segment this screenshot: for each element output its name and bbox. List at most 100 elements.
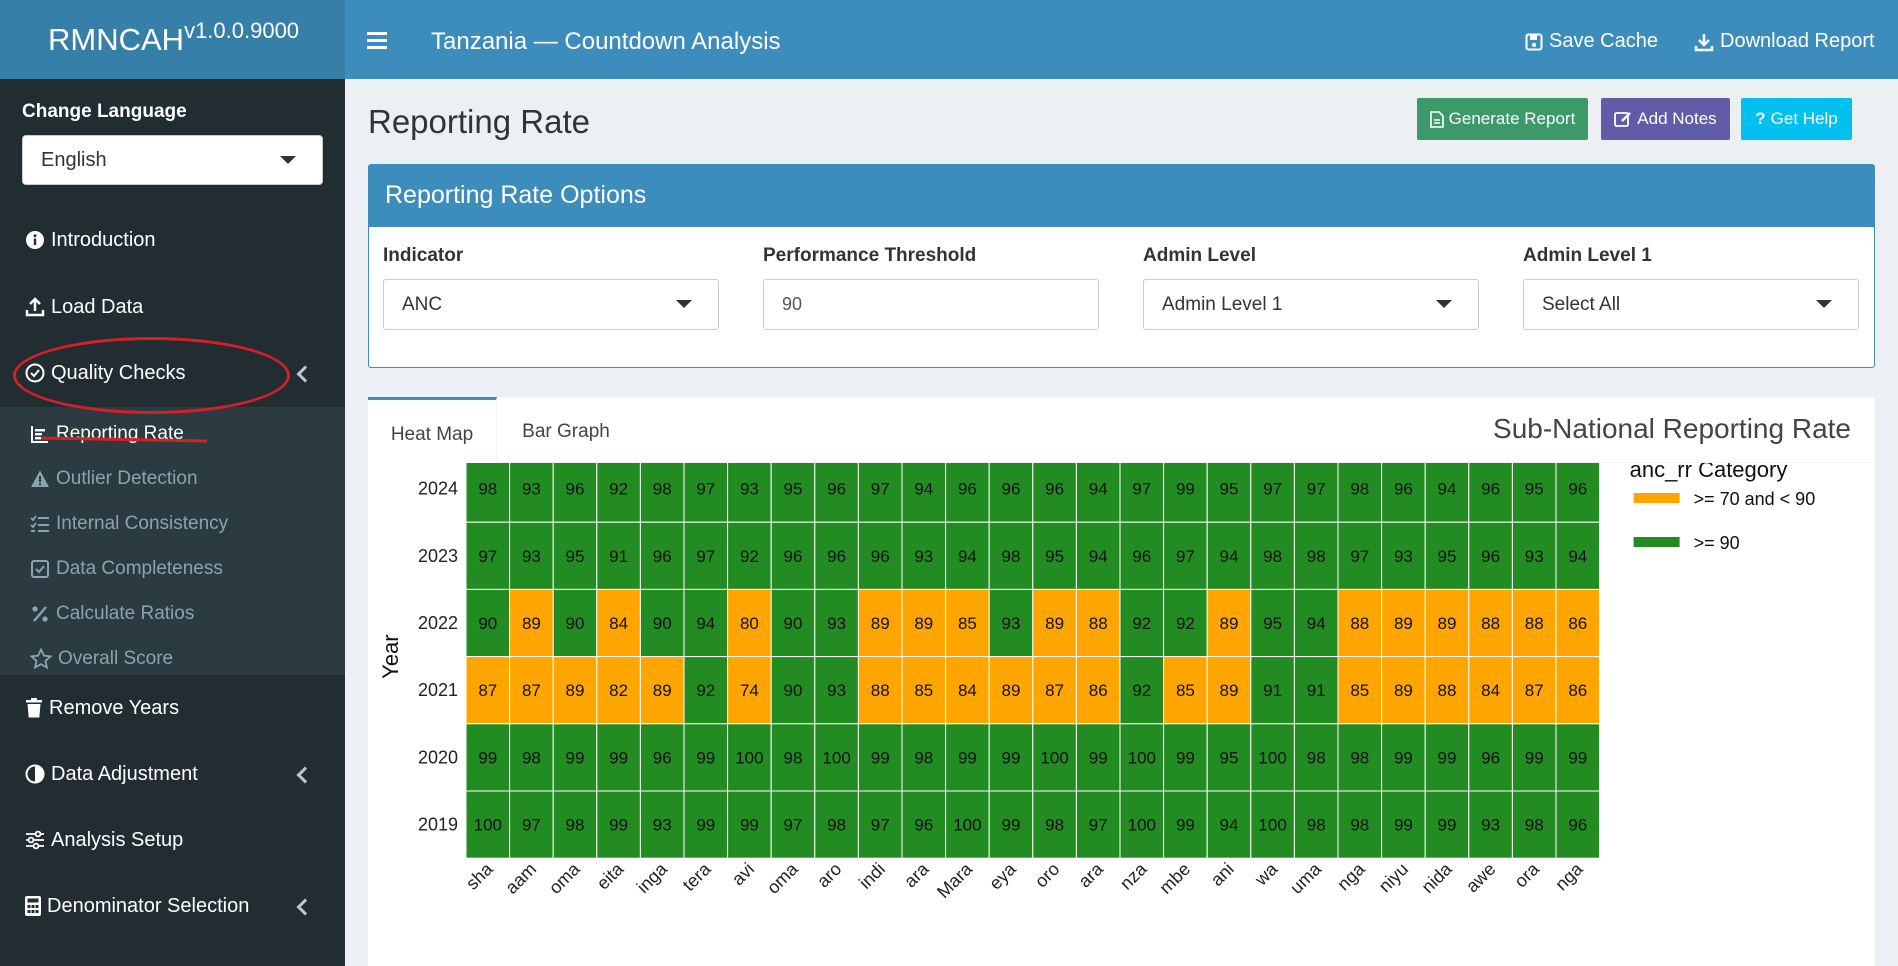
cell-value-label: 97: [1132, 480, 1151, 499]
chart-tabbar: Heat Map Bar Graph Sub-National Reportin…: [368, 397, 1875, 463]
tab-bar-graph[interactable]: Bar Graph: [508, 397, 624, 463]
sidebar-item-label: Load Data: [51, 295, 144, 318]
x-tick-label: avi: [728, 859, 758, 889]
cell-value-label: 92: [740, 547, 759, 566]
cell-value-label: 95: [784, 480, 803, 499]
cell-value-label: 96: [1481, 748, 1500, 767]
cell-value-label: 97: [871, 480, 890, 499]
list-check-icon: [30, 515, 49, 532]
language-select[interactable]: English: [22, 135, 323, 185]
y-axis-label: Year: [378, 634, 403, 678]
cell-value-label: 89: [522, 614, 541, 633]
sidebar-subitem-reporting-rate[interactable]: Reporting Rate: [30, 420, 184, 448]
x-tick-label: aam: [501, 859, 540, 898]
cell-value-label: 96: [1002, 480, 1021, 499]
cell-value-label: 82: [609, 681, 628, 700]
checkbox-icon: [31, 560, 49, 578]
chevron-left-icon[interactable]: [296, 365, 314, 383]
threshold-input[interactable]: 90: [763, 279, 1099, 330]
chevron-left-icon[interactable]: [296, 766, 314, 784]
x-tick-label: ora: [1510, 858, 1543, 891]
sidebar-subitem-data-completeness[interactable]: Data Completeness: [30, 555, 223, 583]
sidebar-item-analysis-setup[interactable]: Analysis Setup: [25, 825, 183, 855]
hamburger-menu-icon[interactable]: [367, 32, 387, 53]
cell-value-label: 89: [1220, 681, 1239, 700]
brand-logo[interactable]: RMNCAHv1.0.0.9000: [0, 0, 345, 79]
language-label: Change Language: [22, 101, 187, 122]
cell-value-label: 95: [1438, 547, 1457, 566]
indicator-select[interactable]: ANC: [383, 279, 719, 330]
cell-value-label: 80: [740, 614, 759, 633]
cell-value-label: 84: [1481, 681, 1500, 700]
legend-label-mid: >= 70 and < 90: [1694, 489, 1816, 509]
cell-value-label: 97: [478, 547, 497, 566]
cell-value-label: 84: [609, 614, 628, 633]
cell-value-label: 92: [1132, 614, 1151, 633]
admin-level1-label: Admin Level 1: [1523, 245, 1652, 266]
sidebar-subitem-internal-consistency[interactable]: Internal Consistency: [30, 510, 228, 538]
brand-version: v1.0.0.9000: [184, 18, 300, 43]
cell-value-label: 90: [784, 614, 803, 633]
cell-value-label: 100: [1258, 748, 1286, 767]
sidebar-item-load-data[interactable]: Load Data: [25, 292, 143, 322]
sidebar-item-denominator-selection[interactable]: Denominator Selection: [25, 891, 249, 921]
add-notes-button[interactable]: Add Notes: [1601, 98, 1730, 140]
cell-value-label: 93: [522, 480, 541, 499]
sidebar-item-quality-checks[interactable]: Quality Checks: [25, 358, 186, 388]
cell-value-label: 100: [735, 748, 763, 767]
admin-level-select[interactable]: Admin Level 1: [1143, 279, 1479, 330]
cell-value-label: 87: [1045, 681, 1064, 700]
cell-value-label: 89: [566, 681, 585, 700]
x-tick-label: sha: [462, 858, 497, 893]
download-report-button[interactable]: Download Report: [1694, 30, 1875, 53]
cell-value-label: 94: [1089, 480, 1108, 499]
cell-value-label: 96: [1394, 480, 1413, 499]
generate-report-button[interactable]: Generate Report: [1417, 98, 1588, 140]
cell-value-label: 94: [1220, 547, 1239, 566]
sidebar-subitem-outlier-detection[interactable]: Outlier Detection: [30, 465, 198, 493]
cell-value-label: 93: [1394, 547, 1413, 566]
admin-level1-select[interactable]: Select All: [1523, 279, 1859, 330]
x-tick-label: indi: [855, 859, 889, 893]
sidebar-item-introduction[interactable]: Introduction: [25, 225, 156, 255]
threshold-label: Performance Threshold: [763, 245, 977, 266]
add-notes-label: Add Notes: [1637, 109, 1717, 128]
cell-value-label: 99: [1176, 816, 1195, 835]
generate-report-label: Generate Report: [1448, 109, 1576, 128]
trash-icon: [26, 698, 42, 718]
cell-value-label: 100: [1040, 748, 1068, 767]
cell-value-label: 99: [1394, 748, 1413, 767]
cell-value-label: 92: [696, 681, 715, 700]
info-circle-icon: [26, 231, 44, 249]
x-tick-label: aro: [813, 859, 846, 892]
y-tick-label: 2023: [418, 546, 458, 566]
cell-value-label: 93: [522, 547, 541, 566]
sidebar-subitem-calculate-ratios[interactable]: Calculate Ratios: [30, 600, 194, 628]
cell-value-label: 99: [696, 816, 715, 835]
x-tick-label: tera: [679, 858, 716, 895]
cell-value-label: 98: [653, 480, 672, 499]
cell-value-label: 100: [1128, 748, 1156, 767]
cell-value-label: 89: [1394, 681, 1413, 700]
cell-value-label: 96: [1481, 480, 1500, 499]
sidebar-item-data-adjustment[interactable]: Data Adjustment: [25, 759, 198, 789]
sidebar-item-remove-years[interactable]: Remove Years: [25, 693, 179, 723]
cell-value-label: 92: [1176, 614, 1195, 633]
x-tick-label: niyu: [1375, 859, 1412, 896]
cell-value-label: 88: [1438, 681, 1457, 700]
get-help-button[interactable]: ? Get Help: [1741, 98, 1852, 140]
cell-value-label: 98: [1307, 816, 1326, 835]
tab-heat-map[interactable]: Heat Map: [368, 397, 497, 463]
reporting-rate-options-box: Reporting Rate Options Indicator ANC Per…: [368, 164, 1875, 368]
cell-value-label: 85: [958, 614, 977, 633]
cell-value-label: 93: [1525, 547, 1544, 566]
cell-value-label: 98: [784, 748, 803, 767]
save-cache-button[interactable]: Save Cache: [1525, 30, 1658, 53]
cell-value-label: 99: [1438, 748, 1457, 767]
chevron-left-icon[interactable]: [296, 898, 314, 916]
cell-value-label: 100: [822, 748, 850, 767]
x-tick-label: nga: [1551, 858, 1587, 894]
sidebar-subitem-overall-score[interactable]: Overall Score: [30, 645, 173, 673]
cell-value-label: 97: [871, 816, 890, 835]
sidebar-subitem-label: Internal Consistency: [56, 513, 229, 534]
